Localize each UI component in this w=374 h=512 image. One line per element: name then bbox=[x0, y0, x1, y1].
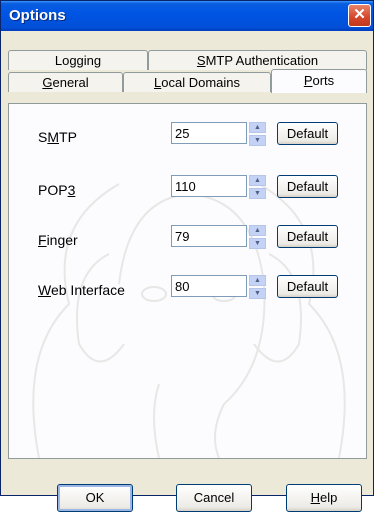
smtp-port-spinner[interactable]: ▲ ▼ bbox=[249, 122, 266, 146]
options-dialog: Options ✕ Logging SMTP Authentication Ge… bbox=[0, 0, 374, 512]
finger-default-button[interactable]: Default bbox=[277, 225, 338, 248]
tab-ports[interactable]: Ports bbox=[271, 69, 367, 93]
tab-logging[interactable]: Logging bbox=[8, 50, 148, 70]
pop3-default-button[interactable]: Default bbox=[277, 175, 338, 198]
web-interface-default-button[interactable]: Default bbox=[277, 275, 338, 298]
window-title: Options bbox=[9, 7, 66, 24]
finger-port-spinner[interactable]: ▲ ▼ bbox=[249, 225, 266, 249]
help-button[interactable]: Help bbox=[286, 484, 362, 512]
down-arrow-icon[interactable]: ▼ bbox=[249, 188, 266, 199]
tab-label: Logging bbox=[54, 53, 102, 68]
pop3-label: POP3 bbox=[38, 182, 76, 198]
up-arrow-icon[interactable]: ▲ bbox=[249, 122, 266, 133]
title-bar[interactable]: Options ✕ bbox=[1, 1, 373, 31]
down-arrow-icon[interactable]: ▼ bbox=[249, 238, 266, 249]
dialog-client: Logging SMTP Authentication General Loca… bbox=[4, 31, 370, 512]
tab-label: MTP Authentication bbox=[205, 53, 319, 68]
smtp-label: SMTP bbox=[38, 129, 77, 145]
tab-label: ocal Domains bbox=[161, 75, 240, 90]
close-button[interactable]: ✕ bbox=[348, 4, 371, 27]
web-interface-label: Web Interface bbox=[38, 282, 125, 298]
ports-panel: SMTP ▲▼ Default POP3 ▲▼ Default Finger ▲… bbox=[8, 103, 367, 459]
close-icon: ✕ bbox=[353, 6, 366, 23]
down-arrow-icon[interactable]: ▼ bbox=[249, 135, 266, 146]
tab-label: orts bbox=[312, 73, 335, 88]
ok-button[interactable]: OK bbox=[57, 484, 133, 512]
up-arrow-icon[interactable]: ▲ bbox=[249, 225, 266, 236]
tab-smtp-authentication[interactable]: SMTP Authentication bbox=[148, 50, 367, 70]
cancel-button[interactable]: Cancel bbox=[176, 484, 252, 512]
finger-port-input[interactable] bbox=[171, 225, 247, 247]
tab-general[interactable]: General bbox=[8, 72, 123, 92]
smtp-port-input[interactable] bbox=[171, 122, 247, 144]
down-arrow-icon[interactable]: ▼ bbox=[249, 288, 266, 299]
tab-label: eneral bbox=[52, 75, 89, 90]
pop3-port-input[interactable] bbox=[171, 175, 247, 197]
pop3-port-spinner[interactable]: ▲ ▼ bbox=[249, 175, 266, 199]
up-arrow-icon[interactable]: ▲ bbox=[249, 275, 266, 286]
up-arrow-icon[interactable]: ▲ bbox=[249, 175, 266, 186]
finger-label: Finger bbox=[38, 232, 78, 248]
smtp-default-button[interactable]: Default bbox=[277, 122, 338, 145]
web-interface-port-input[interactable] bbox=[171, 275, 247, 297]
tab-local-domains[interactable]: Local Domains bbox=[123, 72, 271, 92]
web-interface-port-spinner[interactable]: ▲ ▼ bbox=[249, 275, 266, 299]
